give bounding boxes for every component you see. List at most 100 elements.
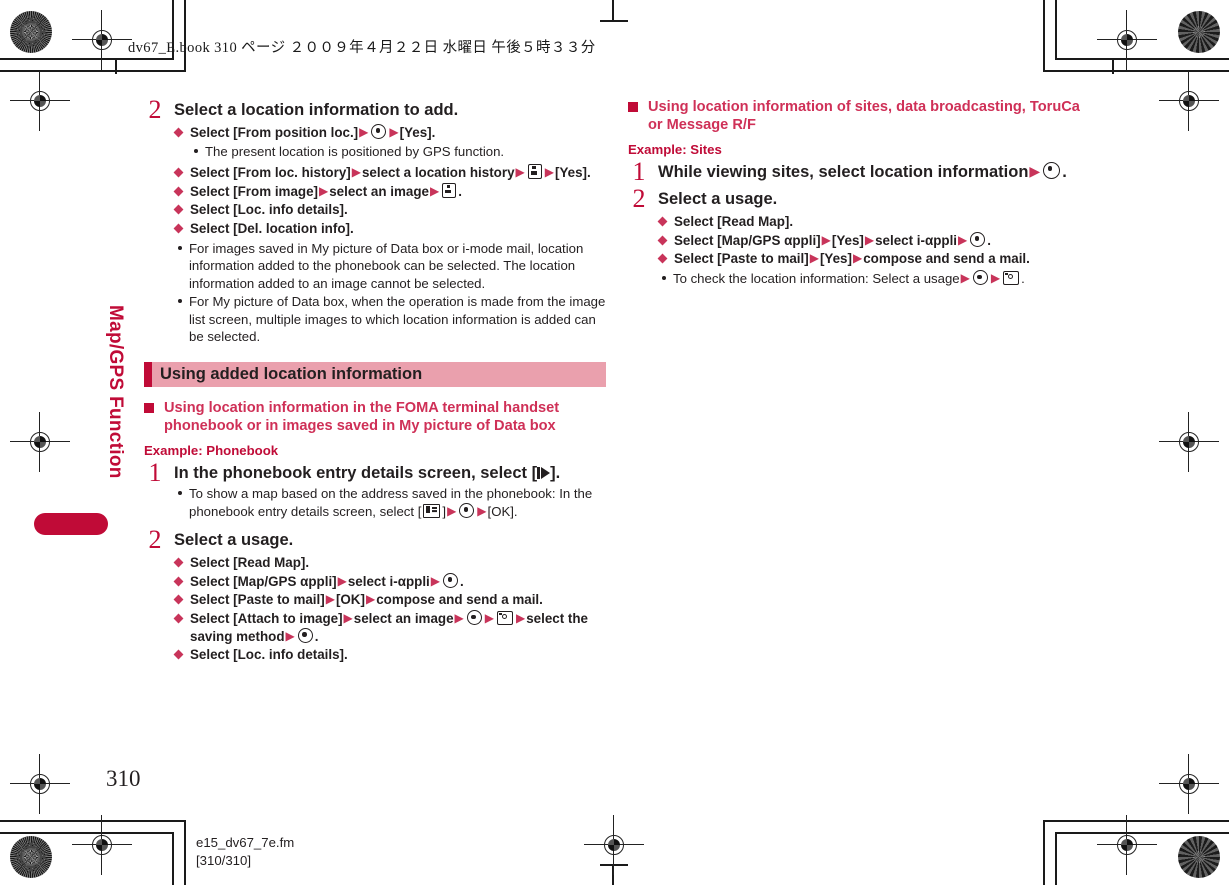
arrow-icon: ▶ <box>454 611 464 626</box>
option-text: [Yes]. <box>555 164 591 180</box>
play-key-icon <box>537 466 550 479</box>
example-label: Example: Sites <box>628 141 722 157</box>
crop-tick <box>115 60 117 74</box>
option-text: compose and send a mail. <box>863 251 1030 267</box>
step-block-2-usage: 2 Select a usage. Select [Read Map]. Sel… <box>628 186 1090 288</box>
crop-mark-line <box>0 70 186 72</box>
arrow-icon: ▶ <box>343 611 353 626</box>
center-key-icon <box>466 610 482 626</box>
center-key-icon <box>1043 161 1061 179</box>
center-key-icon <box>371 123 387 139</box>
list-item: The present location is positioned by GP… <box>190 143 606 161</box>
registration-mark <box>72 815 132 875</box>
document-page: dv67_E.book 310 ページ ２００９年４月２２日 水曜日 午後５時３… <box>0 0 1229 885</box>
option-text: Select [From image] <box>190 183 318 199</box>
list-item: For images saved in My picture of Data b… <box>174 240 606 293</box>
arrow-icon: ▶ <box>864 232 875 247</box>
list-item: To show a map based on the address saved… <box>174 485 606 520</box>
sub-heading: Using location information of sites, dat… <box>628 98 1090 135</box>
arrow-icon: ▶ <box>337 573 347 588</box>
center-key-icon <box>970 231 986 247</box>
option-list: Select [From position loc.]▶ ▶[Yes]. <box>174 123 606 142</box>
mail-key-icon <box>423 503 441 518</box>
crop-mark-line <box>1055 0 1057 60</box>
arrow-icon: ▶ <box>351 164 361 179</box>
list-item: Select [Read Map]. <box>174 554 606 572</box>
print-density-target <box>10 11 52 53</box>
print-density-target <box>1178 836 1220 878</box>
step-block-2-usage: 2 Select a usage. Select [Read Map]. Sel… <box>144 527 606 664</box>
step-title: Select a usage. <box>658 190 778 209</box>
arrow-icon: ▶ <box>325 592 335 607</box>
sub-heading: Using location information in the FOMA t… <box>144 399 606 436</box>
option-text: Select [From loc. history] <box>190 164 351 180</box>
step-title-text: . <box>1062 162 1067 181</box>
step-title: Select a location information to add. <box>174 101 459 119</box>
source-page-range: [310/310] <box>196 852 251 868</box>
option-text: . <box>458 183 462 199</box>
option-text: select an image <box>329 183 429 199</box>
source-file-name: e15_dv67_7e.fm <box>196 835 295 850</box>
option-text: select a location history <box>361 164 515 180</box>
option-text: . <box>314 628 319 644</box>
arrow-icon: ▶ <box>319 183 329 198</box>
registration-mark <box>1159 412 1219 472</box>
page-number: 310 <box>106 766 141 791</box>
option-text: [Yes] <box>831 232 864 248</box>
registration-mark <box>584 815 644 875</box>
list-item: Select [Map/GPS αppli]▶[Yes]▶select i-αp… <box>658 231 1090 250</box>
print-density-target <box>1178 11 1220 53</box>
example-label: Example: Phonebook <box>144 442 279 458</box>
arrow-icon: ▶ <box>429 183 440 198</box>
step-title-text: While viewing sites, select location inf… <box>658 162 1029 181</box>
arrow-icon: ▶ <box>958 232 968 247</box>
chapter-side-tab-label: Map/GPS Function <box>105 305 126 479</box>
arrow-icon: ▶ <box>1029 162 1041 179</box>
arrow-icon: ▶ <box>484 611 494 626</box>
step-title: In the phonebook entry details screen, s… <box>174 463 606 484</box>
option-list: Select [From loc. history]▶select a loca… <box>174 163 606 238</box>
list-item: Select [Attach to image]▶select an image… <box>174 610 606 645</box>
crop-mark-line <box>1043 820 1229 822</box>
crop-mark-line <box>1043 0 1045 72</box>
step-block-2-add-location: 2 Select a location information to add. … <box>144 97 606 346</box>
arrow-icon: ▶ <box>960 271 970 286</box>
option-text: Select [Paste to mail] <box>190 592 325 608</box>
section-header-bar: Using added location information <box>144 361 606 387</box>
option-text: select i-αppli <box>347 573 430 589</box>
note-text: . <box>1021 271 1025 287</box>
list-item: Select [Del. location info]. <box>174 220 606 238</box>
camera-key-icon <box>497 611 513 626</box>
list-item: Select [Paste to mail]▶[Yes]▶compose and… <box>658 250 1090 268</box>
option-text: Select [Map/GPS αppli] <box>674 232 821 248</box>
sub-note-list: The present location is positioned by GP… <box>190 143 606 161</box>
function-key-icon <box>442 182 457 198</box>
crop-mark-line <box>1043 70 1229 72</box>
note-text: To check the location information: Selec… <box>673 271 960 287</box>
page-header-text: dv67_E.book 310 ページ ２００９年４月２２日 水曜日 午後５時３… <box>128 40 596 56</box>
note-text: [OK]. <box>487 503 518 519</box>
option-text: Select [Attach to image] <box>190 611 343 627</box>
note-list: To check the location information: Selec… <box>658 270 1090 288</box>
list-item: For My picture of Data box, when the ope… <box>174 293 606 346</box>
center-key-icon <box>459 502 475 518</box>
arrow-icon: ▶ <box>447 503 457 518</box>
option-text: compose and send a mail. <box>376 592 543 608</box>
list-item: Select [Loc. info details]. <box>174 201 606 219</box>
note-text: ] <box>442 503 447 519</box>
arrow-icon: ▶ <box>285 628 295 643</box>
arrow-icon: ▶ <box>477 503 487 518</box>
arrow-icon: ▶ <box>365 592 376 607</box>
crop-mark-line <box>1043 820 1045 885</box>
left-column: 2 Select a location information to add. … <box>144 97 606 664</box>
crop-mark-line <box>0 820 186 822</box>
list-item: To check the location information: Selec… <box>658 270 1090 288</box>
option-text: select an image <box>353 611 454 627</box>
option-text: Select [Paste to mail] <box>674 251 809 267</box>
step-number: 1 <box>148 457 162 487</box>
option-text: Select [Map/GPS αppli] <box>190 573 337 589</box>
source-file-info: e15_dv67_7e.fm [310/310] <box>196 834 294 870</box>
function-key-icon <box>527 163 542 179</box>
registration-mark <box>10 754 70 814</box>
crop-mark-line <box>1055 58 1229 60</box>
